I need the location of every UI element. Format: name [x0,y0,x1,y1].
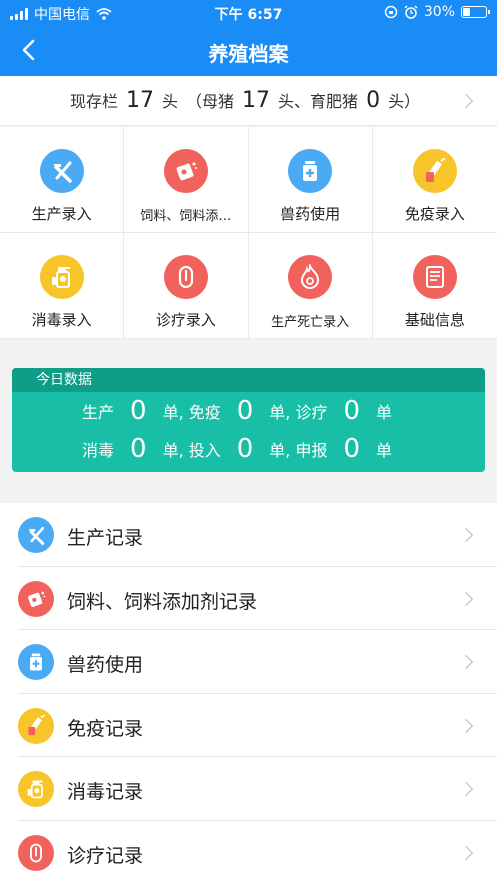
chevron-right-icon [458,591,474,606]
grid-item-label: 饲料、饲料添… [140,209,232,224]
list-item-label: 饲料、饲料添加剂记录 [67,590,258,613]
capsule-icon [163,255,208,299]
hammer-icon [39,149,84,193]
chevron-right-icon [458,93,474,109]
stat-label: 生产 [82,403,115,422]
today-row-2: 消毒 0 单, 投入 0 单, 申报 0 单 [82,434,392,464]
list-item-treatment-records[interactable]: 诊疗记录 [0,821,497,883]
stock-summary[interactable]: 现存栏 17 头 （母猪 17 头、育肥猪 0 头） [0,76,497,126]
list-item-label: 消毒记录 [67,781,144,803]
stat-label: 消毒 [82,441,115,460]
stat-label: 单, 诊疗 [269,403,328,422]
stock-sows: 17 [242,88,271,113]
medicine-bottle-icon [18,644,54,680]
grid-item-production-entry[interactable]: 生产录入 [0,127,125,233]
list-item-label: 生产记录 [67,527,144,549]
stat-label: 单, 申报 [269,441,328,460]
alarm-icon [404,5,418,19]
grid-item-basic-info[interactable]: 基础信息 [372,233,497,339]
stat-immunization-value: 0 [236,396,254,426]
chevron-right-icon [458,781,474,797]
stat-label: 单, 投入 [162,441,221,460]
stock-fatteners: 0 [366,88,381,113]
feed-bag-icon [163,149,208,193]
grid-item-label: 生产录入 [31,205,92,223]
syringe-icon [412,149,457,193]
capsule-icon [18,834,54,871]
list-item-label: 兽药使用 [67,654,144,676]
list-item-feed-records[interactable]: 饲料、饲料添加剂记录 [0,567,497,631]
feed-bag-icon [18,580,54,617]
spray-bottle-icon [39,255,84,299]
document-icon [412,255,457,299]
grid-item-label: 免疫录入 [404,205,465,223]
entry-grid: 生产录入 饲料、饲料添… 兽药使用 免疫录入 消毒录入 诊疗录入 生产死亡录入 … [0,127,497,339]
chevron-right-icon [458,654,474,670]
stat-treatment-value: 0 [343,396,361,426]
list-item-label: 免疫记录 [67,717,144,740]
grid-item-feed-entry[interactable]: 饲料、饲料添… [124,127,249,233]
syringe-icon [18,707,54,744]
stat-label: 单 [376,403,393,422]
battery-icon [461,6,490,18]
spray-bottle-icon [18,771,54,807]
app-header: 中国电信 下午 6:57 30% 养殖档案 [0,0,497,76]
stat-report-value: 0 [343,434,361,464]
hammer-icon [18,517,54,553]
chevron-right-icon [458,527,474,543]
grid-item-label: 诊疗录入 [155,311,216,329]
grid-item-disinfection-entry[interactable]: 消毒录入 [0,233,125,339]
stock-fattener-label: 头、育肥猪 [278,92,359,111]
grid-item-vet-medicine[interactable]: 兽药使用 [248,127,373,233]
list-item-label: 诊疗记录 [67,844,144,867]
today-data-title: 今日数据 [12,368,485,392]
stat-production-value: 0 [130,396,147,426]
chevron-right-icon [458,845,474,860]
status-bar: 中国电信 下午 6:57 30% [0,0,497,26]
chevron-right-icon [458,718,474,733]
stat-input-value: 0 [236,434,254,464]
today-row-1: 生产 0 单, 免疫 0 单, 诊疗 0 单 [82,396,392,426]
list-item-disinfection-records[interactable]: 消毒记录 [0,757,497,821]
grid-item-label: 基础信息 [404,311,465,329]
stock-unit: 头 [162,92,179,111]
list-item-vet-medicine[interactable]: 兽药使用 [0,630,497,694]
today-data-card: 今日数据 生产 0 单, 免疫 0 单, 诊疗 0 单 消毒 0 单, 投入 0… [12,368,485,472]
list-item-immunization-records[interactable]: 免疫记录 [0,694,497,758]
stock-total: 17 [126,88,155,113]
stat-label: 单 [376,441,393,460]
stat-label: 单, 免疫 [162,403,221,422]
grid-item-label: 生产死亡录入 [271,315,350,330]
grid-item-label: 兽药使用 [280,205,341,223]
grid-item-treatment-entry[interactable]: 诊疗录入 [124,233,249,339]
battery-percent: 30% [423,4,455,20]
medicine-bottle-icon [288,149,333,193]
stock-suffix: 头） [388,92,421,111]
grid-item-label: 消毒录入 [31,311,92,329]
list-item-production-records[interactable]: 生产记录 [0,503,497,567]
grid-item-death-entry[interactable]: 生产死亡录入 [248,233,373,339]
page-title: 养殖档案 [208,42,289,66]
flame-icon [288,255,333,299]
stock-sow-label: （母猪 [186,92,235,111]
stock-prefix: 现存栏 [70,92,119,111]
records-list: 生产记录 饲料、饲料添加剂记录 兽药使用 免疫记录 消毒记录 诊疗记录 [0,503,497,883]
stat-disinfection-value: 0 [130,434,147,464]
grid-item-immunization-entry[interactable]: 免疫录入 [372,127,497,233]
rotation-lock-icon [384,5,398,19]
